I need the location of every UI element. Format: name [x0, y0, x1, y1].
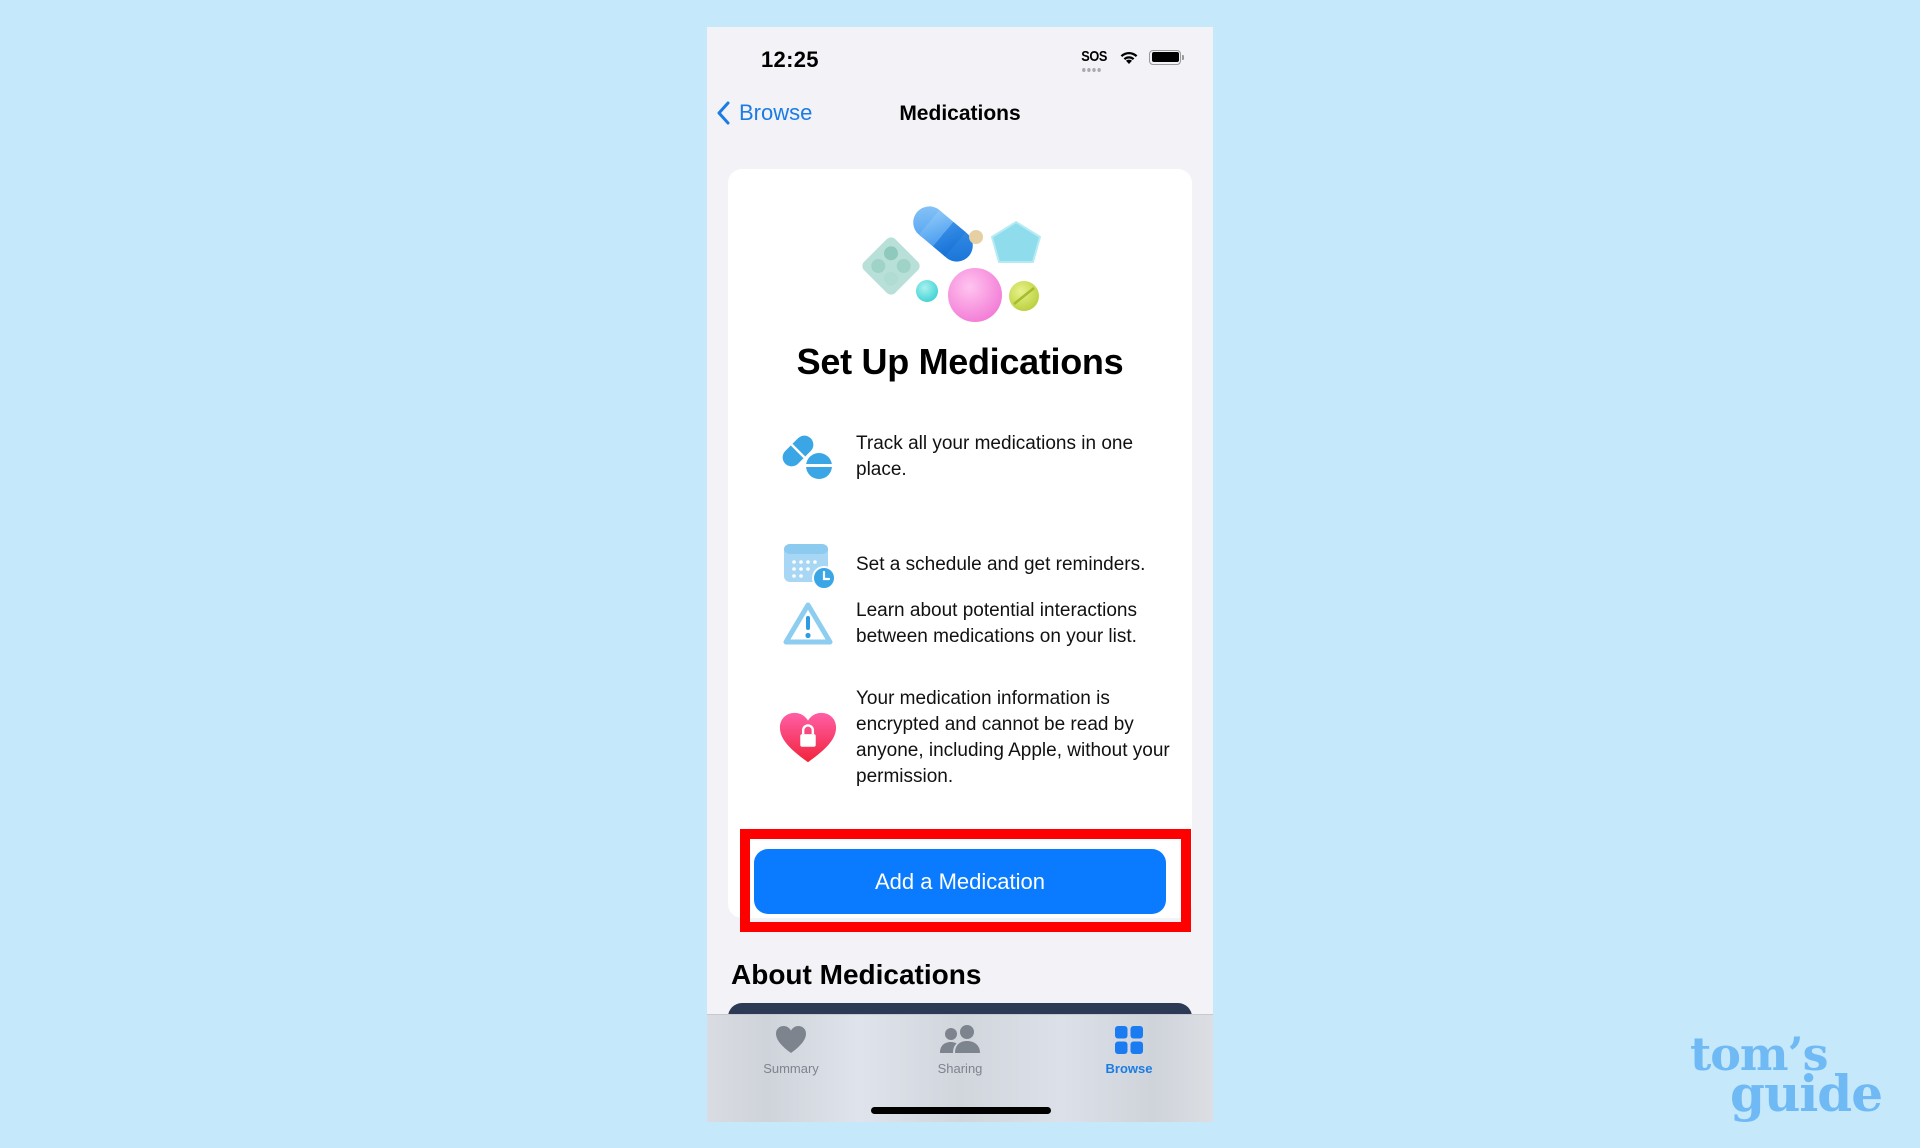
- page-title: Medications: [899, 102, 1021, 125]
- setup-card: Set Up Medications Track all your medica…: [728, 169, 1192, 932]
- tab-sharing[interactable]: Sharing: [900, 1025, 1020, 1076]
- feature-row: Your medication information is encrypted…: [778, 686, 1172, 790]
- calendar-clock-icon: [778, 535, 838, 595]
- lime-tablet-pill: [1009, 281, 1039, 311]
- sos-indicator: SOS: [1081, 48, 1107, 72]
- heart-icon: [776, 1026, 806, 1053]
- teal-pill: [916, 280, 938, 302]
- battery-icon: [1149, 49, 1184, 65]
- pills-illustration: [862, 206, 1042, 322]
- feature-row: Learn about potential interactions betwe…: [778, 594, 1172, 654]
- toms-guide-logo: tom’s guide: [1690, 1031, 1890, 1119]
- feature-row: Track all your medications in one place.: [778, 427, 1172, 487]
- feature-text: Track all your medications in one place.: [856, 433, 1134, 480]
- feature-text: Set a schedule and get reminders.: [856, 554, 1146, 575]
- small-pill: [969, 230, 983, 244]
- status-icons: SOS: [1079, 48, 1184, 72]
- add-medication-button[interactable]: Add a Medication: [754, 849, 1166, 914]
- tab-browse[interactable]: Browse: [1069, 1025, 1189, 1076]
- grid-icon: [1115, 1026, 1143, 1054]
- tab-summary[interactable]: Summary: [731, 1025, 851, 1076]
- capsule-pill: [913, 206, 973, 262]
- sos-label: SOS: [1081, 48, 1107, 65]
- pink-pill: [948, 268, 1002, 322]
- warning-triangle-icon: [778, 594, 838, 654]
- feature-row: Set a schedule and get reminders.: [778, 535, 1172, 595]
- feature-text: Your medication information is encrypted…: [856, 688, 1170, 787]
- setup-title: Set Up Medications: [796, 341, 1124, 382]
- tab-label: Browse: [1105, 1061, 1153, 1076]
- home-indicator[interactable]: [871, 1107, 1051, 1114]
- tab-label: Sharing: [937, 1061, 983, 1076]
- tab-label: Summary: [763, 1061, 819, 1076]
- tab-bar: Summary Sharing Browse: [707, 1014, 1213, 1122]
- pills-icon: [778, 427, 838, 487]
- people-icon: [940, 1025, 980, 1053]
- about-section-title: About Medications: [731, 959, 982, 990]
- feature-text: Learn about potential interactions betwe…: [856, 600, 1137, 647]
- status-time: 12:25: [761, 47, 819, 72]
- heart-lock-icon: [778, 708, 838, 768]
- wifi-icon: [1120, 51, 1138, 64]
- blister-pack-pill: [862, 237, 920, 295]
- phone-screen: 12:25 SOS Browse Medications Set Up Medi…: [707, 27, 1213, 1122]
- pentagon-pill: [990, 220, 1042, 263]
- signal-dots-icon: [1081, 68, 1101, 72]
